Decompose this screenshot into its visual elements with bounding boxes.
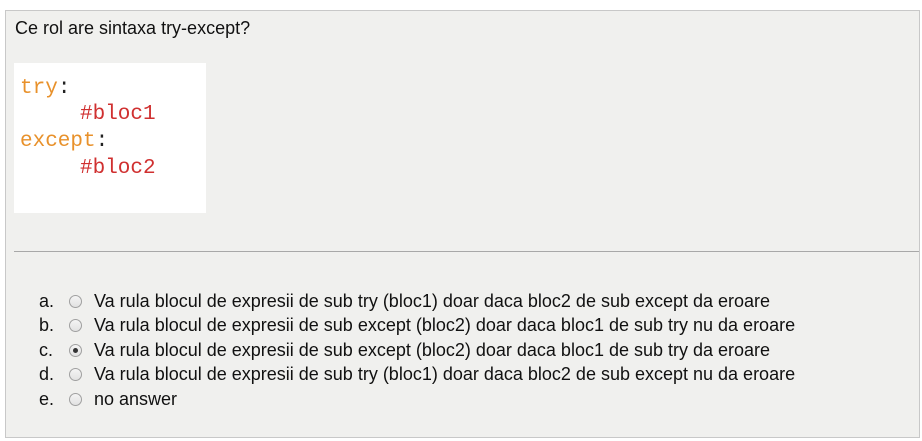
answer-options: a. Va rula blocul de expresii de sub try… [39, 289, 795, 412]
option-letter: c. [39, 339, 54, 360]
code-comment-bloc2: #bloc2 [80, 157, 156, 180]
code-snippet: try: #bloc1 except: #bloc2 [14, 63, 206, 213]
code-colon: : [95, 130, 109, 153]
code-line-except: except: [20, 129, 108, 155]
question-text: Ce rol are sintaxa try-except? [15, 18, 251, 38]
answer-option-e[interactable]: e. no answer [39, 387, 795, 412]
option-label[interactable]: Va rula blocul de expresii de sub except… [94, 340, 770, 361]
option-letter: b. [39, 315, 55, 336]
code-colon: : [57, 77, 71, 100]
option-label[interactable]: Va rula blocul de expresii de sub except… [94, 315, 795, 336]
code-keyword-except: except [20, 130, 96, 153]
option-letter: a. [39, 290, 55, 311]
code-line-bloc2: #bloc2 [80, 156, 156, 182]
radio-button-e[interactable] [69, 392, 82, 406]
code-line-try: try: [20, 76, 70, 102]
code-line-bloc1: #bloc1 [80, 102, 156, 128]
answer-option-a[interactable]: a. Va rula blocul de expresii de sub try… [39, 289, 795, 314]
option-label[interactable]: Va rula blocul de expresii de sub try (b… [94, 364, 795, 385]
code-keyword-try: try [20, 77, 58, 100]
option-letter: d. [39, 364, 55, 385]
radio-button-d[interactable] [69, 368, 82, 382]
radio-button-c[interactable] [69, 343, 82, 357]
answer-option-c[interactable]: c. Va rula blocul de expresii de sub exc… [39, 338, 795, 363]
question-panel: Ce rol are sintaxa try-except? try: #blo… [5, 10, 920, 438]
radio-button-b[interactable] [69, 319, 82, 333]
code-comment-bloc1: #bloc1 [80, 103, 156, 126]
divider [14, 251, 919, 252]
answer-option-b[interactable]: b. Va rula blocul de expresii de sub exc… [39, 314, 795, 339]
option-label[interactable]: no answer [94, 389, 177, 410]
answer-option-d[interactable]: d. Va rula blocul de expresii de sub try… [39, 363, 795, 388]
radio-button-a[interactable] [69, 294, 82, 308]
option-label[interactable]: Va rula blocul de expresii de sub try (b… [94, 291, 770, 312]
option-letter: e. [39, 388, 55, 409]
